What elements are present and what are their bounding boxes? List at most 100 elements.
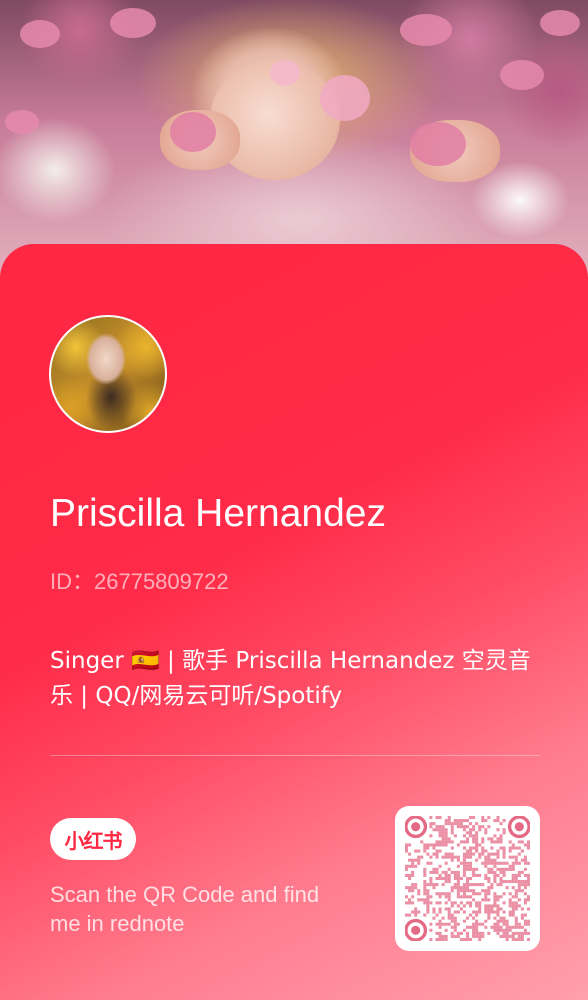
qr-module (453, 925, 457, 929)
qr-module (429, 880, 433, 884)
qr-module (414, 907, 418, 911)
qr-module (435, 849, 439, 853)
qr-module (505, 928, 509, 932)
qr-module (447, 855, 451, 859)
qr-module (462, 855, 466, 859)
qr-module (508, 913, 512, 917)
qr-module (475, 849, 479, 853)
qr-module (450, 855, 454, 859)
qr-module (475, 834, 479, 838)
qr-module (499, 840, 503, 844)
qr-module (417, 910, 421, 914)
qr-module (429, 855, 433, 859)
qr-module (465, 901, 470, 905)
qr-module (517, 883, 521, 887)
qr-module (420, 840, 424, 844)
qr-module (432, 828, 436, 832)
qr-module (414, 858, 418, 862)
qr-module (499, 834, 503, 838)
qr-module (496, 852, 500, 856)
qr-finder-dot (411, 925, 421, 935)
qr-module (465, 886, 470, 890)
qr-module (408, 873, 412, 877)
qr-module (517, 931, 521, 935)
qr-module (456, 889, 460, 893)
qr-module (511, 907, 515, 911)
qr-module (487, 861, 491, 865)
qr-module (429, 816, 433, 820)
qr-module (462, 828, 466, 832)
qr-module (502, 870, 506, 874)
qr-module (469, 852, 473, 856)
qr-module (520, 849, 524, 853)
qr-module (478, 892, 482, 896)
avatar[interactable] (49, 315, 167, 433)
qr-module (511, 904, 515, 908)
qr-module (481, 846, 485, 850)
qr-module (511, 901, 515, 905)
qr-module (484, 876, 488, 881)
qr-module (411, 873, 415, 877)
qr-module (441, 840, 445, 844)
qr-module (469, 895, 473, 899)
qr-module (472, 834, 476, 838)
qr-module (405, 846, 409, 850)
qr-module (438, 907, 442, 911)
profile-id: ID：26775809722 (50, 569, 229, 594)
qr-module (511, 876, 515, 881)
qr-module (502, 819, 506, 823)
qr-module (472, 883, 476, 887)
qr-module (487, 876, 491, 881)
qr-module (493, 925, 497, 929)
qr-module (444, 876, 448, 881)
qr-module (526, 931, 530, 935)
qr-module (517, 886, 521, 890)
qr-module (496, 898, 500, 902)
qr-module (411, 901, 415, 905)
qr-module (505, 919, 509, 923)
qr-code[interactable] (395, 806, 540, 951)
qr-module (487, 904, 491, 908)
qr-module (441, 934, 445, 938)
qr-module (444, 822, 448, 826)
qr-module (444, 870, 448, 874)
profile-bio: Singer 🇪🇸 | 歌手 Priscilla Hernandez 空灵音乐 … (50, 648, 531, 709)
qr-module (523, 892, 527, 896)
qr-module (453, 886, 457, 890)
qr-module (511, 846, 515, 850)
qr-module (514, 931, 518, 935)
qr-module (423, 880, 427, 884)
qr-module (472, 816, 476, 820)
qr-module (484, 828, 488, 832)
qr-module (493, 898, 497, 902)
qr-module (526, 861, 530, 865)
qr-module (508, 846, 512, 850)
qr-module (435, 876, 439, 881)
qr-module (475, 931, 479, 935)
qr-module (417, 849, 421, 853)
qr-module (523, 883, 527, 887)
rednote-logo-badge: 小红书 (50, 818, 136, 860)
qr-module (496, 907, 500, 911)
qr-module (438, 840, 442, 844)
qr-module (447, 852, 451, 856)
qr-module (514, 907, 518, 911)
qr-module (496, 895, 500, 899)
qr-module (502, 873, 506, 877)
qr-module (508, 901, 512, 905)
qr-module (438, 834, 442, 838)
qr-module (496, 816, 500, 820)
qr-module (502, 910, 506, 914)
qr-module (435, 816, 439, 820)
qr-module (462, 886, 466, 890)
qr-module (481, 883, 485, 887)
qr-module (408, 901, 412, 905)
qr-module (411, 895, 415, 899)
qr-module (450, 901, 454, 905)
qr-module (493, 861, 497, 865)
qr-module (444, 934, 448, 938)
qr-module (453, 883, 457, 887)
qr-module (499, 876, 503, 881)
qr-module (435, 892, 439, 896)
qr-module (456, 922, 460, 926)
